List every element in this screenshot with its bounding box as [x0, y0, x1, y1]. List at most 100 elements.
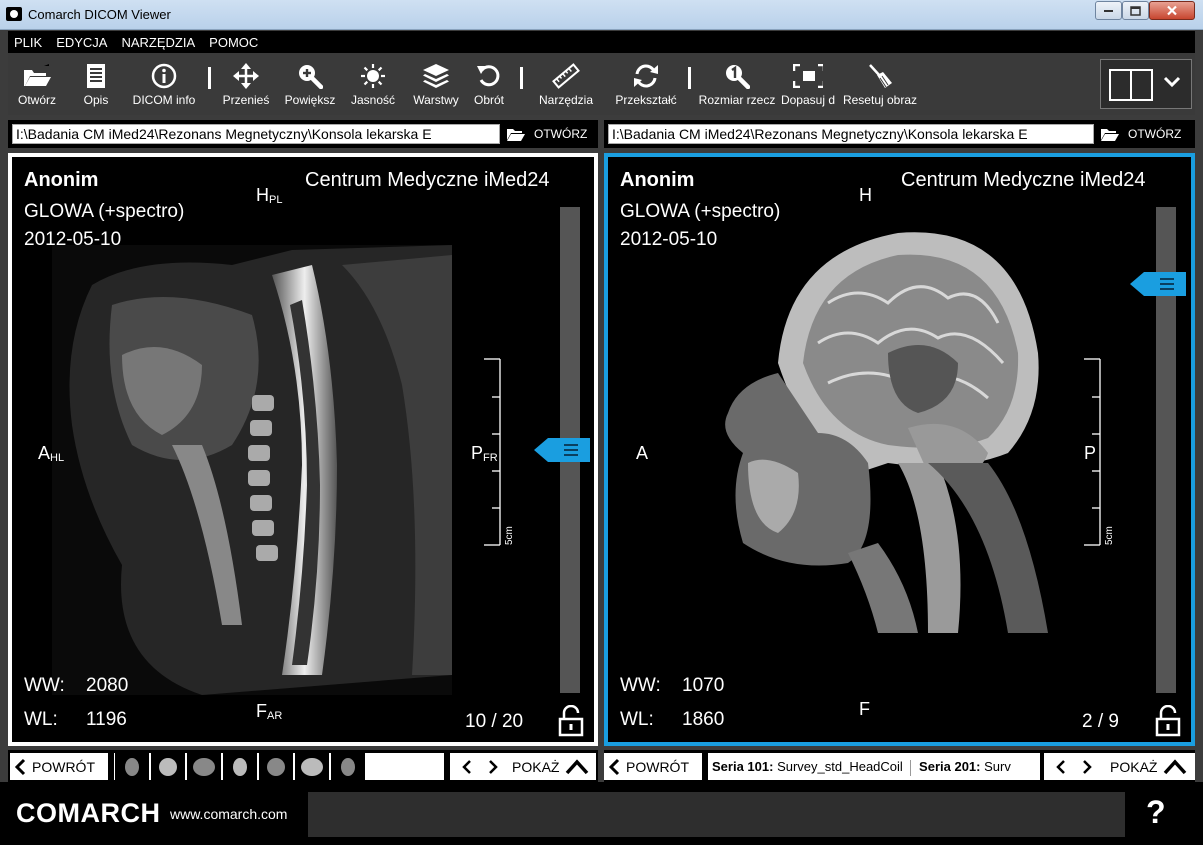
chevron-left-icon	[14, 758, 26, 775]
right-open-button[interactable]: OTWÓRZ	[1100, 120, 1181, 148]
reset-image-button[interactable]: Resetuj obraz	[840, 53, 920, 115]
series-thumbnail[interactable]	[258, 753, 293, 780]
close-button[interactable]	[1149, 1, 1195, 20]
left-thumbnail-strip	[114, 753, 444, 780]
right-image-counter: 2 / 9	[1082, 711, 1119, 732]
series-item[interactable]: Seria 101: Survey_std_HeadCoil	[712, 759, 903, 774]
tools-label: Narzędzia	[538, 93, 594, 107]
series-thumbnail[interactable]	[222, 753, 257, 780]
menu-narzedzia[interactable]: NARZĘDZIA	[121, 35, 195, 50]
right-back-button[interactable]: POWRÓT	[604, 753, 702, 780]
left-orientation-top: HPL	[256, 185, 283, 206]
prev-arrow-icon[interactable]	[460, 758, 474, 776]
left-unlock-icon[interactable]	[558, 705, 584, 737]
left-back-button[interactable]: POWRÓT	[10, 753, 108, 780]
footer: COMARCH www.comarch.com ?	[0, 782, 1203, 845]
tools-button[interactable]: Narzędzia	[534, 53, 598, 115]
title-bar: Comarch DICOM Viewer	[0, 0, 1203, 30]
move-button[interactable]: Przenieś	[220, 53, 272, 115]
description-button[interactable]: Opis	[78, 53, 114, 115]
mri-sagittal-t1-image	[628, 213, 1058, 633]
fit-label: Dopasuj d	[780, 93, 836, 107]
next-arrow-icon[interactable]	[1080, 758, 1094, 776]
window-title: Comarch DICOM Viewer	[28, 7, 171, 22]
right-wl-value: 1860	[682, 709, 725, 730]
right-scale-label: 5cm	[1104, 526, 1112, 545]
folder-open-icon	[507, 129, 525, 141]
left-slice-slider-handle[interactable]	[534, 438, 590, 462]
open-button[interactable]: Otwórz	[14, 53, 60, 115]
right-show-label[interactable]: POKAŻ	[1110, 759, 1157, 775]
left-path-bar: I:\Badania CM iMed24\Rezonans Megnetyczn…	[8, 120, 598, 148]
series-thumbnail[interactable]	[330, 753, 365, 780]
series-thumbnail[interactable]	[186, 753, 221, 780]
chevron-up-icon[interactable]	[1163, 758, 1187, 776]
layers-button[interactable]: Warstwy	[408, 53, 464, 115]
left-path-field[interactable]: I:\Badania CM iMed24\Rezonans Megnetyczn…	[12, 124, 500, 144]
left-open-label: OTWÓRZ	[534, 127, 588, 141]
next-arrow-icon[interactable]	[486, 758, 500, 776]
right-ww-label: WW:	[620, 675, 661, 696]
prev-arrow-icon[interactable]	[1054, 758, 1068, 776]
folder-open-icon	[22, 63, 52, 89]
rotate-button[interactable]: Obrót	[466, 53, 512, 115]
series-thumbnail[interactable]	[114, 753, 149, 780]
menu-plik[interactable]: PLIK	[14, 35, 42, 50]
left-show-label[interactable]: POKAŻ	[512, 759, 559, 775]
magnifier-one-icon	[722, 63, 752, 89]
left-orientation-left: AHL	[38, 443, 65, 464]
left-viewport[interactable]: Anonim GLOWA (+spectro) 2012-05-10 Centr…	[8, 153, 598, 746]
folder-open-icon	[1101, 129, 1119, 141]
app-eye-icon	[6, 7, 22, 21]
series-thumbnail[interactable]	[294, 753, 329, 780]
series-item[interactable]: Seria 201: Surv	[919, 759, 1011, 774]
brightness-button[interactable]: Jasność	[348, 53, 398, 115]
left-clinic-name: Centrum Medyczne iMed24	[305, 169, 550, 191]
maximize-button[interactable]	[1122, 1, 1149, 20]
move-arrows-icon	[231, 63, 261, 89]
left-back-label: POWRÓT	[32, 758, 95, 775]
left-scale-label: 5cm	[504, 526, 512, 545]
right-unlock-icon[interactable]	[1155, 705, 1181, 737]
document-icon	[81, 63, 111, 89]
left-wl-value: 1196	[86, 709, 127, 730]
zoom-button[interactable]: Powiększ	[282, 53, 338, 115]
left-series-bar: POWRÓT POKAŻ	[8, 750, 598, 782]
layers-label: Warstwy	[413, 93, 459, 107]
left-ww-label: WW:	[24, 675, 65, 696]
layers-icon	[421, 63, 451, 89]
menu-pomoc[interactable]: POMOC	[209, 35, 258, 50]
layout-selector[interactable]	[1100, 59, 1192, 109]
left-wl-label: WL:	[24, 709, 58, 730]
right-wl-label: WL:	[620, 709, 654, 730]
dicom-info-button[interactable]: DICOM info	[128, 53, 200, 115]
brightness-label: Jasność	[350, 93, 396, 107]
real-size-button[interactable]: Rozmiar rzecz	[698, 53, 776, 115]
right-series-bar: POWRÓT Seria 101: Survey_std_HeadCoil Se…	[604, 750, 1195, 782]
right-path-field[interactable]: I:\Badania CM iMed24\Rezonans Megnetyczn…	[608, 124, 1094, 144]
rotate-label: Obrót	[473, 93, 504, 107]
chevron-up-icon[interactable]	[565, 758, 589, 776]
menu-edycja[interactable]: EDYCJA	[56, 35, 107, 50]
refresh-icon	[631, 63, 661, 89]
right-slice-slider-handle[interactable]	[1130, 271, 1186, 296]
left-open-button[interactable]: OTWÓRZ	[506, 120, 587, 148]
toolbar-separator	[688, 67, 691, 89]
magnifier-plus-icon	[295, 63, 325, 89]
real-size-label: Rozmiar rzecz	[698, 93, 776, 107]
minimize-button[interactable]	[1095, 1, 1122, 20]
right-orientation-bottom: F	[859, 699, 870, 719]
left-scale-ruler: 5cm	[484, 358, 512, 546]
left-study-description: GLOWA (+spectro)	[24, 201, 185, 222]
chevron-left-icon	[608, 758, 620, 775]
transform-button[interactable]: Przekształć	[612, 53, 680, 115]
reset-image-label: Resetuj obraz	[842, 93, 918, 107]
right-open-label: OTWÓRZ	[1128, 127, 1182, 141]
info-icon	[149, 63, 179, 89]
dicom-viewer-window: Comarch DICOM Viewer PLIK EDYCJA NARZĘDZ…	[0, 0, 1203, 845]
series-thumbnail[interactable]	[150, 753, 185, 780]
help-button[interactable]: ?	[1146, 794, 1166, 831]
fit-button[interactable]: Dopasuj d	[778, 53, 838, 115]
website-link[interactable]: www.comarch.com	[170, 806, 287, 822]
right-viewport[interactable]: Anonim GLOWA (+spectro) 2012-05-10 Centr…	[604, 153, 1195, 746]
